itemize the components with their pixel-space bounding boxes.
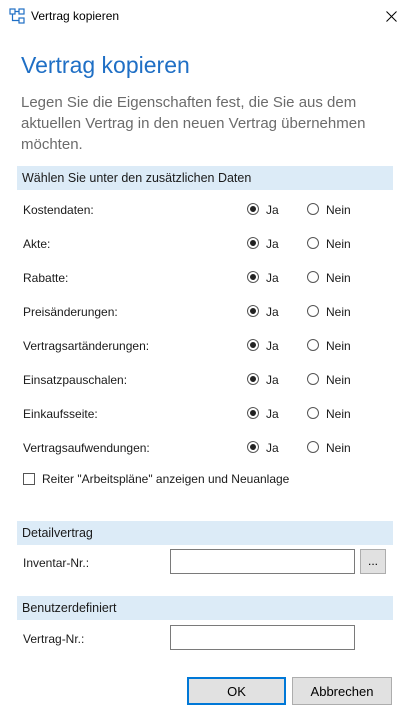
radio-ja[interactable]: [247, 407, 259, 419]
radio-nein[interactable]: [307, 203, 319, 215]
radio-nein[interactable]: [307, 339, 319, 351]
option-row: Rabatte: Ja Nein: [23, 269, 383, 289]
sitemap-icon: [9, 8, 25, 24]
option-row: Einkaufsseite: Ja Nein: [23, 405, 383, 425]
radio-ja[interactable]: [247, 305, 259, 317]
option-row: Akte: Ja Nein: [23, 235, 383, 255]
radio-ja[interactable]: [247, 373, 259, 385]
section-header-benutzer: Benutzerdefiniert: [17, 596, 393, 620]
radio-nein-label[interactable]: Nein: [326, 237, 351, 251]
radio-nein[interactable]: [307, 237, 319, 249]
radio-ja-label[interactable]: Ja: [266, 339, 279, 353]
close-button[interactable]: [371, 0, 411, 32]
radio-ja-label[interactable]: Ja: [266, 271, 279, 285]
radio-nein[interactable]: [307, 441, 319, 453]
radio-ja[interactable]: [247, 339, 259, 351]
page-title: Vertrag kopieren: [21, 52, 190, 78]
cancel-button[interactable]: Abbrechen: [292, 677, 392, 705]
radio-nein-label[interactable]: Nein: [326, 271, 351, 285]
radio-nein-label[interactable]: Nein: [326, 339, 351, 353]
window-title: Vertrag kopieren: [31, 9, 120, 23]
radio-ja-label[interactable]: Ja: [266, 305, 279, 319]
close-icon: [385, 10, 397, 22]
description-text: Legen Sie die Eigenschaften fest, die Si…: [21, 94, 366, 153]
radio-nein[interactable]: [307, 407, 319, 419]
radio-nein-label[interactable]: Nein: [326, 373, 351, 387]
radio-nein[interactable]: [307, 373, 319, 385]
option-row: Einsatzpauschalen: Ja Nein: [23, 371, 383, 391]
title-bar: Vertrag kopieren: [0, 0, 411, 32]
radio-ja[interactable]: [247, 203, 259, 215]
inventar-label: Inventar-Nr.:: [23, 556, 90, 570]
option-label: Einkaufsseite:: [23, 407, 98, 421]
option-row: Vertragsaufwendungen: Ja Nein: [23, 439, 383, 459]
radio-ja[interactable]: [247, 441, 259, 453]
vertrag-input[interactable]: [170, 625, 355, 650]
option-label: Preisänderungen:: [23, 305, 118, 319]
option-row: Preisänderungen: Ja Nein: [23, 303, 383, 323]
radio-nein[interactable]: [307, 305, 319, 317]
vertrag-label: Vertrag-Nr.:: [23, 632, 85, 646]
option-label: Vertragsaufwendungen:: [23, 441, 150, 455]
option-row: Kostendaten: Ja Nein: [23, 201, 383, 221]
arbeitsplaene-checkbox-label: Reiter "Arbeitspläne" anzeigen und Neuan…: [42, 472, 290, 486]
ok-button[interactable]: OK: [187, 677, 286, 705]
radio-nein[interactable]: [307, 271, 319, 283]
radio-nein-label[interactable]: Nein: [326, 305, 351, 319]
radio-nein-label[interactable]: Nein: [326, 407, 351, 421]
radio-ja-label[interactable]: Ja: [266, 373, 279, 387]
arbeitsplaene-checkbox[interactable]: [23, 473, 35, 485]
option-label: Vertragsartänderungen:: [23, 339, 150, 353]
section-header-zusatz: Wählen Sie unter den zusätzlichen Daten: [17, 166, 393, 190]
radio-ja[interactable]: [247, 237, 259, 249]
radio-ja-label[interactable]: Ja: [266, 441, 279, 455]
radio-ja-label[interactable]: Ja: [266, 203, 279, 217]
radio-nein-label[interactable]: Nein: [326, 203, 351, 217]
option-label: Rabatte:: [23, 271, 69, 285]
radio-nein-label[interactable]: Nein: [326, 441, 351, 455]
radio-ja-label[interactable]: Ja: [266, 407, 279, 421]
option-label: Akte:: [23, 237, 51, 251]
radio-ja[interactable]: [247, 271, 259, 283]
section-header-detail: Detailvertrag: [17, 521, 393, 545]
radio-ja-label[interactable]: Ja: [266, 237, 279, 251]
inventar-input[interactable]: [170, 549, 355, 574]
inventar-browse-button[interactable]: ...: [360, 549, 386, 574]
option-label: Kostendaten:: [23, 203, 94, 217]
option-row: Vertragsartänderungen: Ja Nein: [23, 337, 383, 357]
option-label: Einsatzpauschalen:: [23, 373, 128, 387]
